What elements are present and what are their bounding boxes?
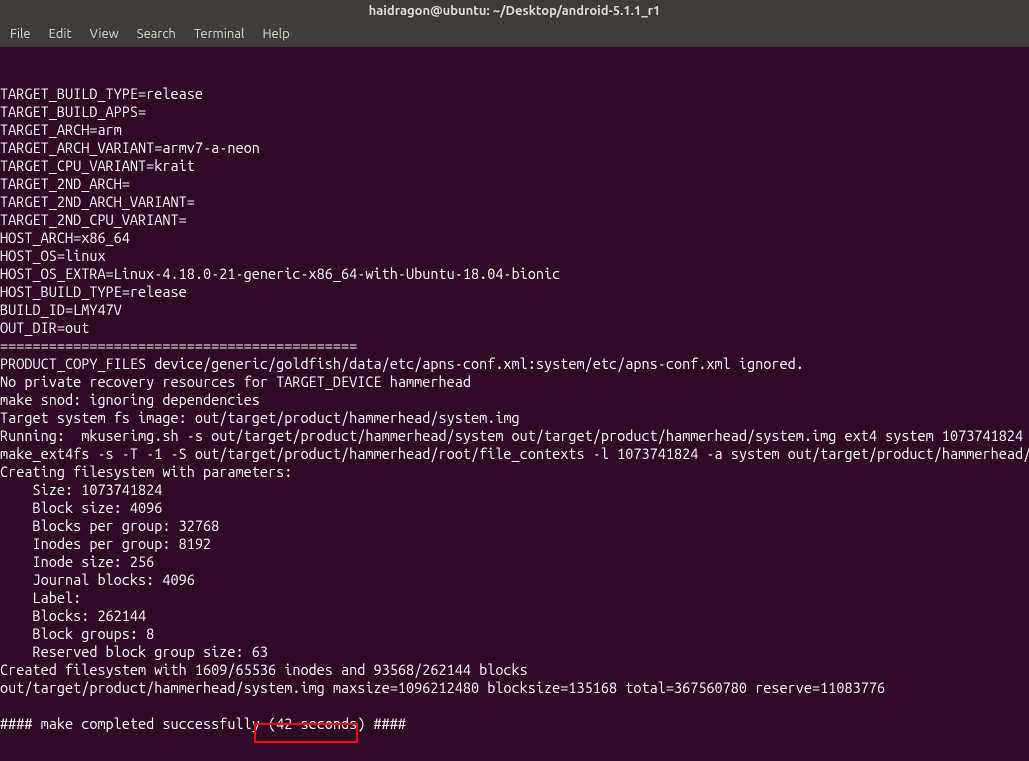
menu-terminal[interactable]: Terminal [186, 22, 253, 47]
terminal-output: TARGET_BUILD_TYPE=release TARGET_BUILD_A… [0, 85, 1029, 751]
window-title: haidragon@ubuntu: ~/Desktop/android-5.1.… [369, 4, 661, 18]
menu-bar: File Edit View Search Terminal Help [0, 22, 1029, 47]
menu-file[interactable]: File [2, 22, 39, 47]
window-title-bar: haidragon@ubuntu: ~/Desktop/android-5.1.… [0, 0, 1029, 22]
terminal-viewport[interactable]: TARGET_BUILD_TYPE=release TARGET_BUILD_A… [0, 47, 1029, 761]
menu-search[interactable]: Search [129, 22, 184, 47]
menu-edit[interactable]: Edit [41, 22, 80, 47]
menu-view[interactable]: View [82, 22, 127, 47]
menu-help[interactable]: Help [254, 22, 297, 47]
